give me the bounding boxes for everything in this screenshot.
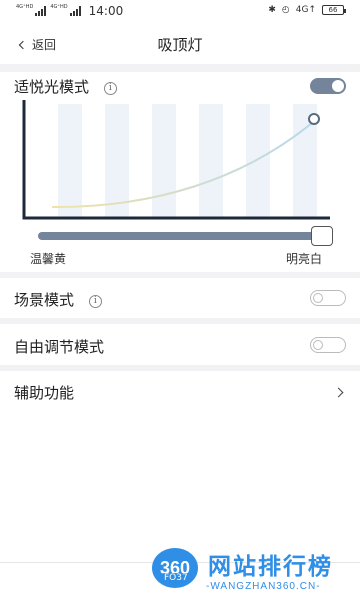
- status-bar: 4G⁺HD 4G⁺HD 14:00 ✱ ◴ 4G↑ 66: [0, 0, 360, 24]
- section-separator: [0, 64, 360, 72]
- free-mode-row: 自由调节模式: [14, 336, 104, 357]
- assist-function-label: 辅助功能: [14, 384, 75, 402]
- chart-column-bar: [58, 104, 82, 217]
- page-title: 吸顶灯: [157, 36, 203, 54]
- section-divider: [0, 272, 360, 278]
- chart-column-bar: [246, 104, 270, 217]
- signal-strength-icon: [35, 6, 47, 16]
- status-left: 4G⁺HD 4G⁺HD 14:00: [16, 4, 123, 18]
- status-right: ✱ ◴ 4G↑ 66: [268, 5, 346, 15]
- color-temperature-slider[interactable]: [38, 232, 324, 240]
- battery-level: 66: [328, 6, 338, 14]
- assist-function-row[interactable]: 辅助功能: [14, 382, 344, 404]
- toggle-knob: [313, 340, 323, 350]
- chart-bars: [58, 104, 317, 217]
- scene-mode-toggle[interactable]: [310, 290, 346, 306]
- circadian-mode-row: 适悦光模式 i: [14, 76, 117, 97]
- battery-icon: 66: [322, 5, 346, 15]
- slider-left-label: 温馨黄: [30, 252, 67, 266]
- toggle-knob: [332, 80, 344, 92]
- info-icon[interactable]: i: [88, 295, 102, 308]
- status-time: 14:00: [88, 4, 124, 18]
- info-icon[interactable]: i: [103, 82, 117, 95]
- section-divider: [0, 318, 360, 324]
- alarm-icon: ◴: [281, 5, 290, 15]
- color-temperature-curve: [51, 122, 313, 209]
- watermark-title: 网站排行榜: [208, 554, 333, 580]
- toggle-knob: [313, 293, 323, 303]
- chart-column-bar: [105, 104, 129, 217]
- watermark-subtitle: -WANGZHAN360.CN-: [206, 581, 321, 592]
- watermark-tag: FO37: [160, 573, 192, 583]
- chart-column-bar: [199, 104, 223, 217]
- circadian-mode-label: 适悦光模式: [14, 78, 90, 96]
- color-temperature-chart: [22, 100, 330, 220]
- slider-thumb[interactable]: [311, 226, 333, 246]
- scene-mode-label: 场景模式: [14, 291, 75, 309]
- slider-right-label: 明亮白: [286, 252, 323, 266]
- section-divider: [0, 365, 360, 371]
- circadian-mode-toggle[interactable]: [310, 78, 346, 94]
- free-mode-label: 自由调节模式: [14, 338, 105, 356]
- watermark: 360 FO37 网站排行榜 -WANGZHAN360.CN-: [150, 545, 360, 600]
- chart-column-bar: [152, 104, 176, 217]
- free-mode-toggle[interactable]: [310, 337, 346, 353]
- curve-endpoint-marker[interactable]: [308, 113, 320, 125]
- signal1-label: 4G⁺HD: [16, 4, 34, 10]
- nav-header: 返回 吸顶灯: [0, 28, 360, 60]
- bluetooth-icon: ✱: [268, 5, 276, 15]
- network-label: 4G↑: [295, 5, 316, 15]
- scene-mode-row: 场景模式 i: [14, 289, 102, 310]
- signal-strength-icon: [69, 6, 81, 16]
- signal2-label: 4G⁺HD: [50, 4, 68, 10]
